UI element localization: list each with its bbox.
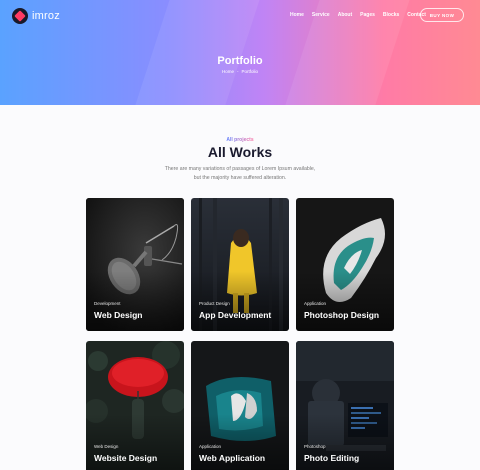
card-title: App Development <box>199 310 272 320</box>
card-category: Development <box>94 301 121 306</box>
hero-banner: imroz Home Service About Pages Blocks Co… <box>0 0 480 105</box>
card-title: Website Design <box>94 453 158 463</box>
nav-item-blocks[interactable]: Blocks <box>383 12 399 18</box>
section-heading: All Works <box>207 144 273 160</box>
portfolio-card-photo-editing[interactable]: Photoshop Photo Editing <box>296 341 394 470</box>
logo-icon <box>12 8 28 24</box>
breadcrumb: Home - Portfolio <box>0 69 480 74</box>
portfolio-card-website-design[interactable]: Web Design Website Design <box>86 341 184 470</box>
breadcrumb-home[interactable]: Home <box>222 69 234 74</box>
card-category: Application <box>199 444 222 449</box>
description-line: There are many variations of passages of… <box>164 166 316 172</box>
portfolio-card-app-development[interactable]: Product Design App Development <box>191 198 289 331</box>
breadcrumb-separator: - <box>237 69 239 74</box>
portfolio-card-web-application[interactable]: Application Web Application <box>191 341 289 470</box>
nav-item-home[interactable]: Home <box>290 12 304 18</box>
section-description: There are many variations of passages of… <box>0 165 480 182</box>
eyebrow-text: All projects <box>226 137 254 143</box>
description-line: but the majority have suffered alteratio… <box>193 174 287 181</box>
buy-now-button[interactable]: BUY NOW <box>420 8 464 22</box>
logo[interactable]: imroz <box>12 8 60 24</box>
breadcrumb-current: Portfolio <box>241 69 259 74</box>
card-category: Product Design <box>199 301 230 306</box>
card-title: Photo Editing <box>304 453 360 463</box>
nav-item-about[interactable]: About <box>338 12 352 18</box>
portfolio-card-web-design[interactable]: Development Web Design <box>86 198 184 331</box>
page-title: Portfolio <box>217 55 263 67</box>
card-category: Photoshop <box>304 444 326 449</box>
card-category: Web Design <box>94 444 119 449</box>
card-title: Web Design <box>94 310 143 320</box>
hero-light-streak <box>124 0 266 105</box>
card-title: Web Application <box>199 453 266 463</box>
card-title: Photoshop Design <box>304 310 380 320</box>
nav-item-service[interactable]: Service <box>312 12 330 18</box>
logo-text: imroz <box>32 10 60 22</box>
portfolio-card-photoshop-design[interactable]: Application Photoshop Design <box>296 198 394 331</box>
section-eyebrow: All projects <box>0 137 480 143</box>
main-nav: Home Service About Pages Blocks Contact <box>290 12 434 18</box>
nav-item-pages[interactable]: Pages <box>360 12 375 18</box>
card-category: Application <box>304 301 327 306</box>
